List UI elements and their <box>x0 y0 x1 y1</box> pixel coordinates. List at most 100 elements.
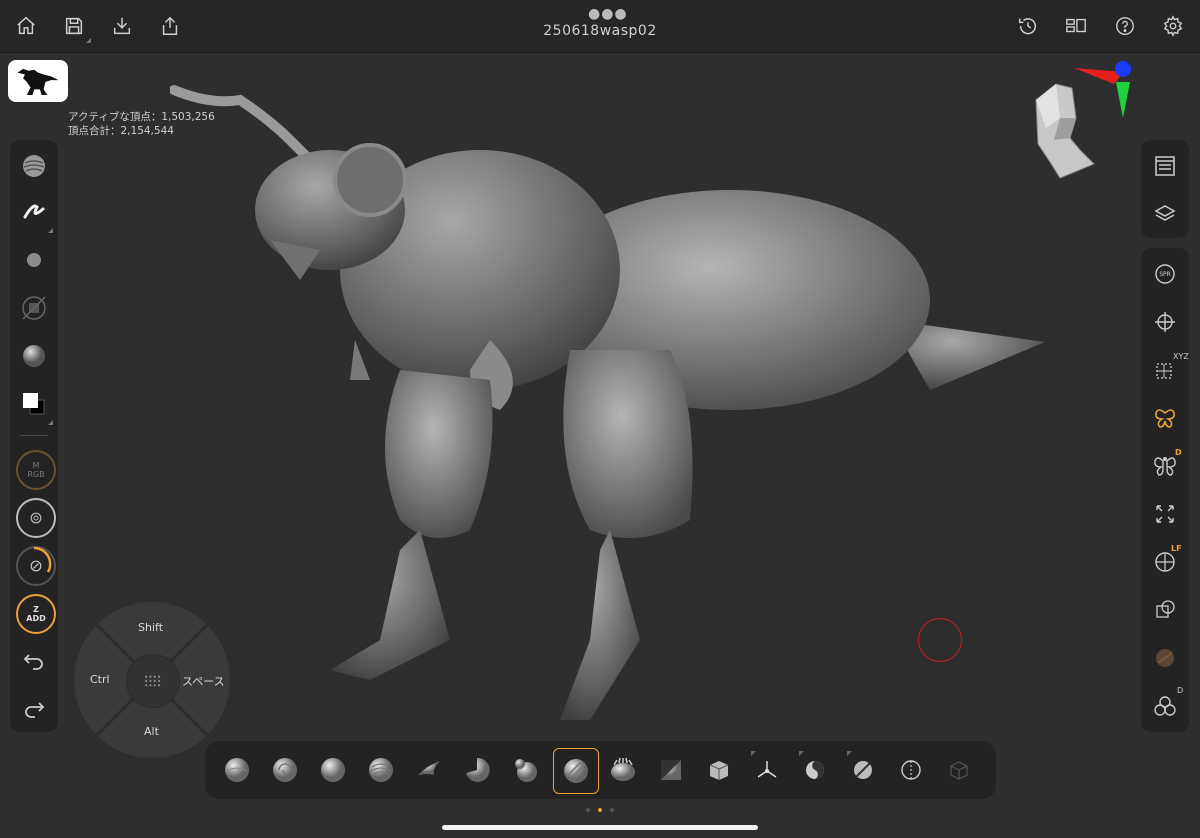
stroke-icon <box>23 204 45 219</box>
brush-boolean[interactable] <box>937 748 981 792</box>
transparency-button[interactable] <box>1141 590 1189 630</box>
target-icon <box>30 512 42 524</box>
right-toolbar-top <box>1141 140 1189 238</box>
clay-buildup-brush-icon <box>564 759 588 783</box>
select-circle-icon <box>806 761 824 779</box>
material-sphere-icon <box>23 345 45 367</box>
expand-icon <box>1156 505 1174 523</box>
brush-pinch[interactable] <box>503 748 547 792</box>
smooth-brush-icon <box>321 758 345 782</box>
home-icon[interactable] <box>12 12 40 40</box>
y-axis-arrow[interactable] <box>1116 82 1130 118</box>
frame-button[interactable] <box>1141 494 1189 534</box>
three-spheres-icon <box>1154 696 1176 716</box>
zadd-toggle[interactable]: Z ADD <box>16 594 56 634</box>
alt-key[interactable]: Alt <box>144 725 159 738</box>
solo-button[interactable]: D <box>1141 686 1189 726</box>
left-toolbar: M RGB Z ADD <box>10 140 58 732</box>
brush-mask[interactable] <box>697 748 741 792</box>
mask-cube-icon <box>709 761 729 780</box>
model-thumbnail[interactable] <box>8 60 68 102</box>
shift-key[interactable]: Shift <box>138 621 163 634</box>
brush-gizmo[interactable] <box>745 748 789 792</box>
sphere-disabled-icon <box>1156 649 1174 667</box>
clay-brush-icon <box>273 758 297 782</box>
crosshair-icon <box>1155 312 1175 332</box>
home-indicator[interactable] <box>442 825 758 830</box>
radial-symmetry-button[interactable]: D <box>1141 446 1189 486</box>
brush-cursor <box>918 618 962 662</box>
lf-label: LF <box>1171 544 1182 553</box>
brush-chisel[interactable] <box>601 748 645 792</box>
history-icon[interactable] <box>1014 12 1042 40</box>
trim-brush-icon <box>661 760 681 780</box>
brush-trim[interactable] <box>649 748 693 792</box>
layers-button[interactable] <box>1141 194 1189 234</box>
brush-planar[interactable] <box>889 748 933 792</box>
submenu-corner <box>48 228 53 233</box>
brush-slice[interactable] <box>841 748 885 792</box>
symmetry-xyz-button[interactable]: XYZ <box>1141 350 1189 390</box>
standard-brush-icon <box>225 758 249 782</box>
subtool-list-button[interactable] <box>1141 146 1189 186</box>
navigation-gizmo[interactable] <box>1030 58 1140 188</box>
brush-select-button[interactable] <box>10 146 58 186</box>
move-view-button[interactable] <box>1141 302 1189 342</box>
brush-smooth[interactable] <box>311 748 355 792</box>
redo-icon <box>25 702 45 718</box>
save-icon[interactable] <box>60 12 88 40</box>
alpha-dot-icon <box>27 253 41 267</box>
pinch-brush-icon <box>515 759 537 782</box>
layout-icon[interactable] <box>1062 12 1090 40</box>
more-dots-icon[interactable]: ●●● <box>588 6 628 22</box>
intensity-dial[interactable] <box>16 546 56 586</box>
polyframe-button[interactable] <box>1141 638 1189 678</box>
mrgb-toggle[interactable]: M RGB <box>16 450 56 490</box>
document-title: 250618wasp02 <box>543 23 657 39</box>
grid-dots-icon <box>145 675 161 687</box>
xyz-label: XYZ <box>1173 352 1189 361</box>
floor-grid-button[interactable]: LF <box>1141 542 1189 582</box>
brush-inflate[interactable] <box>455 748 499 792</box>
texture-button[interactable] <box>10 288 58 328</box>
ctrl-key[interactable]: Ctrl <box>90 673 110 686</box>
color-button[interactable] <box>10 384 58 424</box>
move-brush-icon <box>418 761 440 775</box>
color-swatch-icon <box>23 393 45 415</box>
list-panel-icon <box>1155 156 1175 176</box>
texture-off-icon <box>22 296 46 320</box>
cube-outline-icon <box>950 761 968 780</box>
brush-clay[interactable] <box>263 748 307 792</box>
brush-select[interactable] <box>793 748 837 792</box>
page-dot <box>610 808 614 812</box>
dam-standard-brush-icon <box>369 758 393 782</box>
undo-button[interactable] <box>10 640 58 680</box>
alpha-button[interactable] <box>10 240 58 280</box>
import-icon[interactable] <box>108 12 136 40</box>
intensity-arc <box>33 546 52 573</box>
page-dot <box>586 808 590 812</box>
brush-move[interactable] <box>407 748 451 792</box>
d2-label: D <box>1177 686 1184 695</box>
spr-button[interactable]: SPR <box>1141 254 1189 294</box>
brush-clay-buildup[interactable] <box>553 748 599 794</box>
draw-size-dial[interactable] <box>16 498 56 538</box>
butterfly-icon <box>1155 409 1175 428</box>
redo-button[interactable] <box>10 688 58 728</box>
help-icon[interactable] <box>1111 12 1139 40</box>
space-key[interactable]: スペース <box>182 673 225 689</box>
z-axis-dot[interactable] <box>1115 61 1131 77</box>
brush-standard[interactable] <box>215 748 259 792</box>
pad-center-button[interactable] <box>126 654 180 708</box>
chisel-brush-icon <box>611 757 635 781</box>
symmetry-button[interactable] <box>1141 398 1189 438</box>
spr-label: SPR <box>1159 270 1171 278</box>
dinosaur-silhouette-icon <box>17 68 59 95</box>
slice-sphere-icon <box>854 761 872 779</box>
material-button[interactable] <box>10 336 58 376</box>
stroke-button[interactable] <box>10 192 58 232</box>
settings-icon[interactable] <box>1159 12 1187 40</box>
zadd-label: Z ADD <box>26 605 46 623</box>
brush-dam-standard[interactable] <box>359 748 403 792</box>
share-icon[interactable] <box>156 12 184 40</box>
